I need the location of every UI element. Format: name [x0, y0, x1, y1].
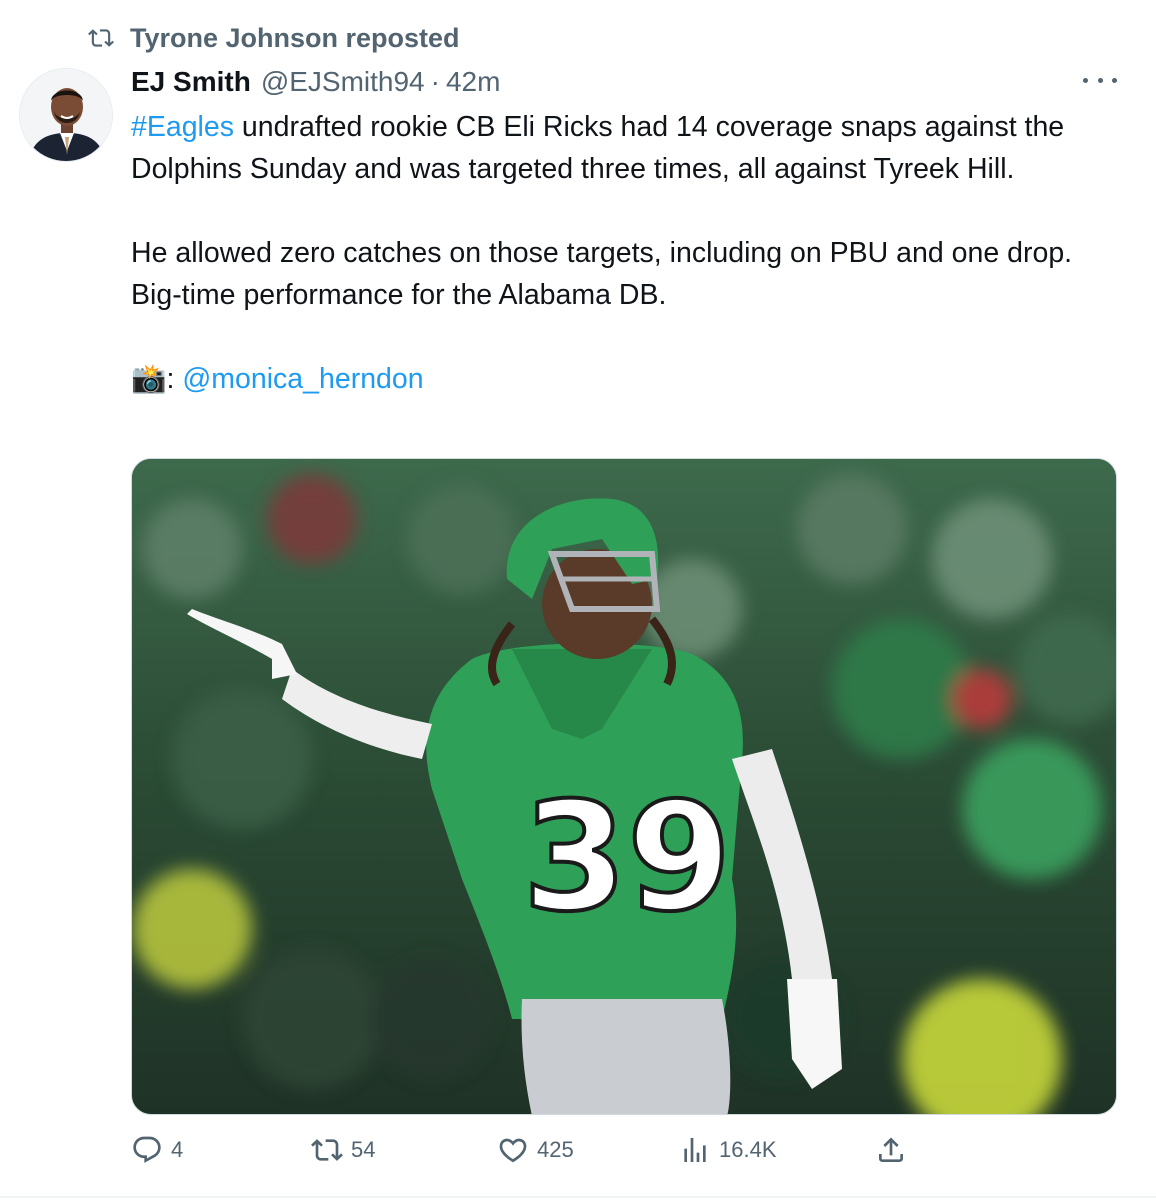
more-dot	[1112, 77, 1117, 83]
tweet-paragraph-1: #Eagles undrafted rookie CB Eli Ricks ha…	[131, 106, 1106, 190]
tweet-text-line1: undrafted rookie CB Eli Ricks had 14 cov…	[131, 111, 1065, 185]
tweet-actions: 4 54 425 16.4K	[131, 1128, 1117, 1172]
repost-indicator[interactable]: Tyrone Johnson reposted	[86, 22, 460, 54]
tweet-header: EJ Smith @EJSmith94 · 42m	[131, 62, 500, 102]
camera-flash-icon: 📸	[131, 363, 167, 395]
mention-link[interactable]: @monica_herndon	[182, 363, 423, 395]
reply-count: 4	[171, 1137, 184, 1162]
like-button[interactable]: 425	[497, 1128, 574, 1172]
views-button[interactable]: 16.4K	[679, 1128, 777, 1172]
repost-button[interactable]: 54	[311, 1128, 375, 1172]
author-name[interactable]: EJ Smith	[131, 66, 251, 98]
tweet-paragraph-2: He allowed zero catches on those targets…	[131, 237, 1073, 311]
tweet-photo[interactable]: 39	[131, 458, 1117, 1115]
tweet-text: #Eagles undrafted rookie CB Eli Ricks ha…	[131, 106, 1106, 400]
repost-count: 54	[351, 1137, 376, 1162]
timestamp[interactable]: 42m	[446, 66, 500, 98]
share-button[interactable]	[875, 1128, 907, 1172]
more-dot	[1083, 77, 1088, 83]
repost-icon	[311, 1139, 343, 1161]
views-chart-icon	[684, 1138, 706, 1162]
football-player-photo: 39	[132, 459, 1116, 1114]
reply-icon	[133, 1136, 161, 1163]
more-dot	[1097, 77, 1103, 83]
tweet-paragraph-3: 📸: @monica_herndon	[131, 358, 1106, 400]
repost-icon	[88, 29, 114, 47]
jersey-number: 39	[523, 771, 732, 945]
heart-icon	[499, 1138, 527, 1163]
separator-dot: ·	[430, 66, 440, 97]
avatar-image	[20, 69, 112, 161]
repost-label: Tyrone Johnson reposted	[130, 22, 460, 53]
reply-button[interactable]: 4	[131, 1128, 183, 1172]
author-handle[interactable]: @EJSmith94	[261, 66, 425, 98]
hashtag-link[interactable]: #Eagles	[131, 111, 234, 143]
share-icon	[879, 1137, 903, 1162]
divider	[0, 1196, 1156, 1198]
credit-separator: :	[166, 363, 183, 395]
views-count: 16.4K	[719, 1137, 777, 1162]
more-options-icon[interactable]	[1083, 68, 1117, 92]
avatar[interactable]	[19, 68, 113, 162]
like-count: 425	[537, 1137, 574, 1162]
